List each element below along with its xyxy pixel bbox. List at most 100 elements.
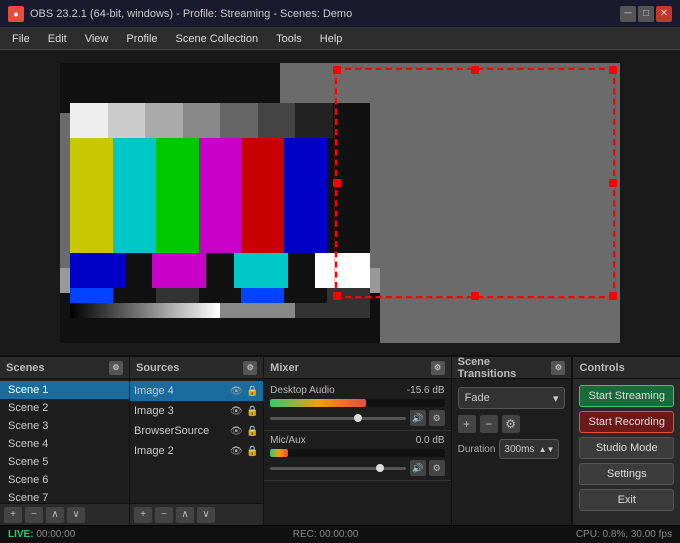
scene-item-6[interactable]: Scene 6 (0, 471, 129, 489)
menu-bar: File Edit View Profile Scene Collection … (0, 28, 680, 50)
sources-panel-label: Sources (136, 362, 179, 374)
source-eye-icon-4[interactable]: 👁 (229, 444, 243, 458)
live-time: 00:00:00 (36, 529, 75, 540)
scene-item-1[interactable]: Scene 1 (0, 381, 129, 399)
menu-profile[interactable]: Profile (118, 31, 165, 47)
edge-handle-right[interactable] (609, 179, 617, 187)
transitions-settings-icon[interactable]: ⚙ (551, 361, 565, 375)
corner-handle-tr[interactable] (609, 66, 617, 74)
chevron-down-icon: ▾ (553, 392, 559, 405)
mixer-settings-icon[interactable]: ⚙ (431, 361, 445, 375)
source-item-1[interactable]: Image 4 👁 🔒 (130, 381, 263, 401)
source-item-4[interactable]: Image 2 👁 🔒 (130, 441, 263, 461)
desktop-audio-thumb[interactable] (354, 414, 362, 422)
add-source-button[interactable]: + (134, 507, 152, 523)
source-eye-icon-3[interactable]: 👁 (229, 424, 243, 438)
mic-aux-mute-button[interactable]: 🔊 (410, 460, 426, 476)
menu-edit[interactable]: Edit (40, 31, 75, 47)
sources-panel-header: Sources ⚙ (130, 357, 263, 379)
remove-scene-button[interactable]: − (25, 507, 43, 523)
test-pattern-bg (70, 103, 370, 318)
controls-buttons: Start Streaming Start Recording Studio M… (573, 379, 680, 525)
transitions-content: Fade ▾ + − ⚙ Duration 300ms ▲▼ (452, 379, 572, 525)
edge-handle-top[interactable] (471, 66, 479, 74)
mixer-panel: Mixer ⚙ Desktop Audio -15.6 dB (264, 357, 451, 525)
scene-item-4[interactable]: Scene 4 (0, 435, 129, 453)
remove-source-button[interactable]: − (155, 507, 173, 523)
mixer-panel-icons: ⚙ (431, 361, 445, 375)
edge-handle-bottom[interactable] (471, 292, 479, 300)
scenes-panel-label: Scenes (6, 362, 45, 374)
title-bar: ● OBS 23.2.1 (64-bit, windows) - Profile… (0, 0, 680, 28)
close-button[interactable]: ✕ (656, 6, 672, 22)
scene-up-button[interactable]: ∧ (46, 507, 64, 523)
controls-panel: Controls Start Streaming Start Recording… (572, 357, 680, 525)
transitions-panel-header: Scene Transitions ⚙ (452, 357, 572, 379)
transition-type-select[interactable]: Fade ▾ (458, 387, 566, 409)
remove-transition-button[interactable]: − (480, 415, 498, 433)
transition-selected-label: Fade (465, 392, 490, 404)
corner-handle-br[interactable] (609, 292, 617, 300)
mic-aux-db: 0.0 dB (416, 435, 445, 446)
maximize-button[interactable]: □ (638, 6, 654, 22)
duration-input[interactable]: 300ms ▲▼ (499, 439, 559, 459)
start-streaming-button[interactable]: Start Streaming (579, 385, 674, 407)
scene-item-7[interactable]: Scene 7 (0, 489, 129, 503)
source-item-3[interactable]: BrowserSource 👁 🔒 (130, 421, 263, 441)
window-title: OBS 23.2.1 (64-bit, windows) - Profile: … (30, 8, 352, 20)
mic-aux-slider[interactable] (270, 467, 405, 470)
scenes-panel-icons: ⚙ (109, 361, 123, 375)
source-lock-icon-2[interactable]: 🔒 (245, 404, 259, 418)
source-up-button[interactable]: ∧ (176, 507, 194, 523)
desktop-audio-slider[interactable] (270, 417, 405, 420)
scenes-panel-footer: + − ∧ ∨ (0, 503, 129, 525)
mic-aux-track: Mic/Aux 0.0 dB 🔊 ⚙ (264, 431, 450, 481)
scenes-panel: Scenes ⚙ Scene 1 Scene 2 Scene 3 Scene 4… (0, 357, 130, 525)
source-lock-icon-4[interactable]: 🔒 (245, 444, 259, 458)
mic-aux-thumb[interactable] (376, 464, 384, 472)
source-eye-icon-2[interactable]: 👁 (229, 404, 243, 418)
mic-aux-header: Mic/Aux 0.0 dB (270, 435, 444, 446)
source-item-2[interactable]: Image 3 👁 🔒 (130, 401, 263, 421)
start-recording-button[interactable]: Start Recording (579, 411, 674, 433)
studio-mode-button[interactable]: Studio Mode (579, 437, 674, 459)
source-down-button[interactable]: ∨ (197, 507, 215, 523)
app-icon: ● (8, 6, 24, 22)
desktop-audio-name: Desktop Audio (270, 385, 335, 396)
menu-file[interactable]: File (4, 31, 38, 47)
duration-row: Duration 300ms ▲▼ (452, 435, 572, 463)
corner-handle-tl[interactable] (333, 66, 341, 74)
menu-help[interactable]: Help (312, 31, 351, 47)
scene-item-5[interactable]: Scene 5 (0, 453, 129, 471)
source-item-1-icons: 👁 🔒 (229, 384, 259, 398)
minimize-button[interactable]: ─ (620, 6, 636, 22)
transition-controls: + − ⚙ (452, 413, 572, 435)
edge-handle-left[interactable] (333, 179, 341, 187)
menu-scene-collection[interactable]: Scene Collection (168, 31, 267, 47)
add-transition-button[interactable]: + (458, 415, 476, 433)
source-eye-icon[interactable]: 👁 (229, 384, 243, 398)
add-scene-button[interactable]: + (4, 507, 22, 523)
status-bar: LIVE: 00:00:00 REC: 00:00:00 CPU: 0.8%, … (0, 525, 680, 543)
scene-item-3[interactable]: Scene 3 (0, 417, 129, 435)
source-item-3-icons: 👁 🔒 (229, 424, 259, 438)
scenes-panel-header: Scenes ⚙ (0, 357, 129, 379)
source-lock-icon[interactable]: 🔒 (245, 384, 259, 398)
exit-button[interactable]: Exit (579, 489, 674, 511)
scene-item-2[interactable]: Scene 2 (0, 399, 129, 417)
gear-transition-button[interactable]: ⚙ (502, 415, 520, 433)
settings-button[interactable]: Settings (579, 463, 674, 485)
corner-handle-bl[interactable] (333, 292, 341, 300)
sources-settings-icon[interactable]: ⚙ (243, 361, 257, 375)
scene-down-button[interactable]: ∨ (67, 507, 85, 523)
scenes-settings-icon[interactable]: ⚙ (109, 361, 123, 375)
source-lock-icon-3[interactable]: 🔒 (245, 424, 259, 438)
mixer-panel-label: Mixer (270, 362, 299, 374)
mic-aux-bar-fill (270, 449, 287, 457)
mic-aux-gear-button[interactable]: ⚙ (429, 460, 445, 476)
white-ramp (70, 103, 370, 138)
menu-view[interactable]: View (77, 31, 117, 47)
desktop-audio-gear-button[interactable]: ⚙ (429, 410, 445, 426)
desktop-audio-mute-button[interactable]: 🔊 (410, 410, 426, 426)
menu-tools[interactable]: Tools (268, 31, 310, 47)
